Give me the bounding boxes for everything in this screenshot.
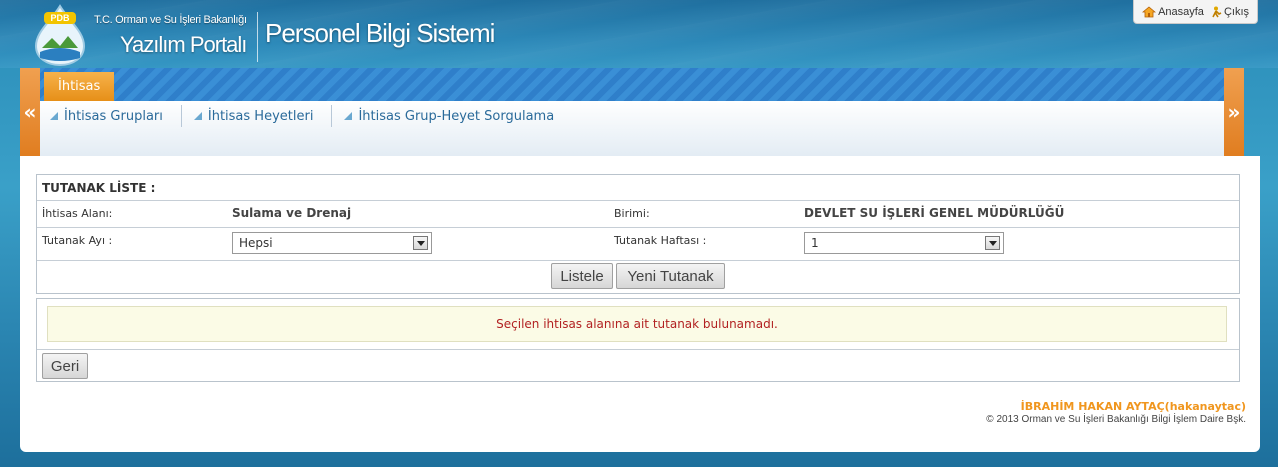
form-row-ihtisas: İhtisas Alanı: Sulama ve Drenaj Birimi: … <box>37 201 1239 228</box>
yeni-tutanak-button[interactable]: Yeni Tutanak <box>616 263 725 289</box>
tutanak-form: TUTANAK LİSTE : İhtisas Alanı: Sulama ve… <box>36 174 1240 294</box>
hafta-label: Tutanak Haftası : <box>614 234 707 247</box>
form-row-tutanak: Tutanak Ayı : Hepsi Tutanak Haftası : 1 <box>37 228 1239 261</box>
ministry-name: T.C. Orman ve Su İşleri Bakanlığı <box>94 14 247 26</box>
form-title: TUTANAK LİSTE : <box>37 175 1239 201</box>
submenu-item-label: İhtisas Grupları <box>64 108 163 124</box>
tab-ihtisas[interactable]: İhtisas <box>44 72 115 101</box>
chevron-down-icon <box>413 236 428 250</box>
geri-button[interactable]: Geri <box>42 353 88 379</box>
ay-select[interactable]: Hepsi <box>232 232 432 254</box>
exit-icon <box>1210 6 1222 18</box>
header: PDB T.C. Orman ve Su İşleri Bakanlığı Ya… <box>0 0 1278 68</box>
header-divider <box>257 12 258 62</box>
portal-name: Yazılım Portalı <box>120 32 247 57</box>
content-panel: TUTANAK LİSTE : İhtisas Alanı: Sulama ve… <box>20 156 1260 452</box>
home-link-label: Anasayfa <box>1158 5 1204 18</box>
current-user: İBRAHİM HAKAN AYTAÇ(hakanaytac) <box>1020 400 1246 413</box>
menu-scroll-left-button[interactable]: « <box>20 68 40 156</box>
birim-label: Birimi: <box>614 207 650 220</box>
ay-label: Tutanak Ayı : <box>42 234 113 247</box>
submenu-item-label: İhtisas Heyetleri <box>207 108 314 124</box>
hafta-select-value: 1 <box>811 236 819 250</box>
hafta-select[interactable]: 1 <box>804 232 1004 254</box>
birim-value: DEVLET SU İŞLERİ GENEL MÜDÜRLÜĞÜ <box>804 206 1065 220</box>
listele-button[interactable]: Listele <box>551 263 613 289</box>
message-box: Seçilen ihtisas alanına ait tutanak bulu… <box>36 298 1240 382</box>
ihtisas-value: Sulama ve Drenaj <box>232 206 352 220</box>
submenu-item-ihtisas-gruplari[interactable]: İhtisas Grupları <box>44 105 182 127</box>
home-link[interactable]: Anasayfa <box>1142 6 1204 18</box>
main-menu: « » İhtisas İhtisas Grupları İhtisas Hey… <box>20 68 1244 156</box>
menu-scroll-right-button[interactable]: » <box>1224 68 1244 156</box>
empty-result-message: Seçilen ihtisas alanına ait tutanak bulu… <box>47 306 1227 342</box>
submenu: İhtisas Grupları İhtisas Heyetleri İhtis… <box>44 105 578 127</box>
message-footer: Geri <box>37 349 1239 382</box>
logout-link[interactable]: Çıkış <box>1210 6 1249 18</box>
submenu-item-label: İhtisas Grup-Heyet Sorgulama <box>358 108 555 124</box>
triangle-icon <box>193 112 202 120</box>
top-links: Anasayfa Çıkış <box>1133 0 1258 24</box>
triangle-icon <box>50 112 58 120</box>
ihtisas-label: İhtisas Alanı: <box>42 207 113 220</box>
logo-icon: PDB <box>30 4 90 67</box>
submenu-item-ihtisas-heyetleri[interactable]: İhtisas Heyetleri <box>188 105 333 127</box>
ay-select-value: Hepsi <box>239 236 273 250</box>
logo-text: PDB <box>50 13 70 23</box>
copyright: © 2013 Orman ve Su İşleri Bakanlığı Bilg… <box>986 414 1246 425</box>
submenu-item-grup-heyet-sorgulama[interactable]: İhtisas Grup-Heyet Sorgulama <box>338 105 572 127</box>
menu-tab-bar <box>20 68 1244 101</box>
chevron-down-icon <box>985 236 1000 250</box>
home-icon <box>1142 5 1157 18</box>
app-title: Personel Bilgi Sistemi <box>265 18 495 48</box>
logout-link-label: Çıkış <box>1223 5 1249 18</box>
triangle-icon <box>344 112 353 120</box>
